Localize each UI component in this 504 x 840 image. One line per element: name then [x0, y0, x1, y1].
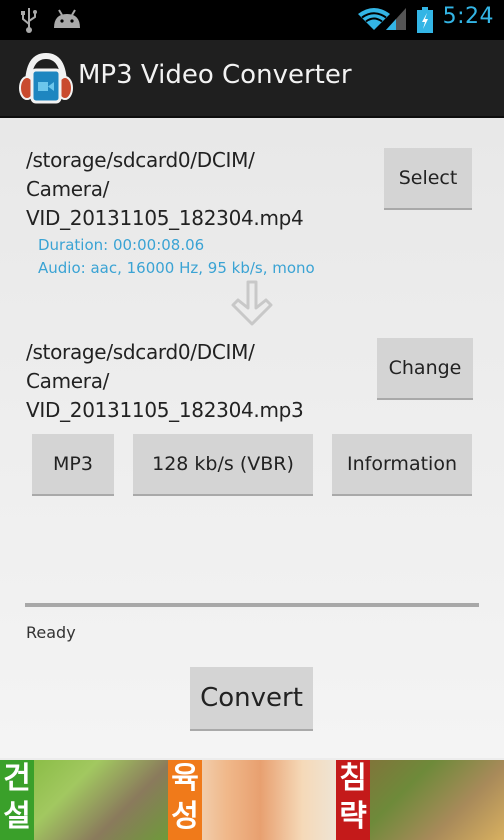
select-button[interactable]: Select: [384, 148, 472, 208]
app-title: MP3 Video Converter: [78, 60, 352, 90]
arrow-down-icon: [231, 280, 273, 326]
output-path-line: /storage/sdcard0/DCIM/: [26, 340, 255, 364]
ad-banner[interactable]: 건설 육성 침략: [0, 760, 504, 840]
bitrate-button[interactable]: 128 kb/s (VBR): [133, 434, 313, 494]
status-text: Ready: [26, 623, 76, 642]
source-file-path: /storage/sdcard0/DCIM/ Camera/ VID_20131…: [26, 146, 304, 233]
ad-label: 육성: [168, 760, 202, 840]
format-button[interactable]: MP3: [32, 434, 114, 494]
status-bar: 5:24: [0, 0, 504, 40]
information-button[interactable]: Information: [332, 434, 472, 494]
ad-panel-raid[interactable]: 침략: [336, 760, 504, 840]
android-debug-icon: [54, 9, 80, 28]
output-path-line: Camera/: [26, 369, 110, 393]
source-path-line: Camera/: [26, 177, 110, 201]
source-media-info: Duration: 00:00:08.06 Audio: aac, 16000 …: [38, 234, 315, 280]
source-path-line: /storage/sdcard0/DCIM/: [26, 148, 255, 172]
convert-button[interactable]: Convert: [190, 667, 313, 729]
action-bar: MP3 Video Converter: [0, 40, 504, 118]
conversion-progress-bar: [25, 603, 479, 607]
output-file-path: /storage/sdcard0/DCIM/ Camera/ VID_20131…: [26, 338, 304, 425]
ad-panel-train[interactable]: 육성: [168, 760, 336, 840]
ad-panel-build[interactable]: 건설: [0, 760, 168, 840]
ad-label: 건설: [0, 760, 34, 840]
battery-charging-icon: [417, 7, 433, 33]
ad-label: 침략: [336, 760, 370, 840]
change-button[interactable]: Change: [377, 338, 473, 398]
main-content: /storage/sdcard0/DCIM/ Camera/ VID_20131…: [0, 118, 504, 758]
usb-icon: [21, 8, 37, 33]
duration-text: Duration: 00:00:08.06: [38, 236, 205, 254]
signal-icon: [386, 8, 406, 30]
app-headphones-video-icon[interactable]: [18, 52, 74, 104]
source-path-line: VID_20131105_182304.mp4: [26, 206, 304, 230]
output-path-line: VID_20131105_182304.mp3: [26, 398, 304, 422]
clock: 5:24: [442, 4, 494, 29]
audio-info-text: Audio: aac, 16000 Hz, 95 kb/s, mono: [38, 259, 315, 277]
